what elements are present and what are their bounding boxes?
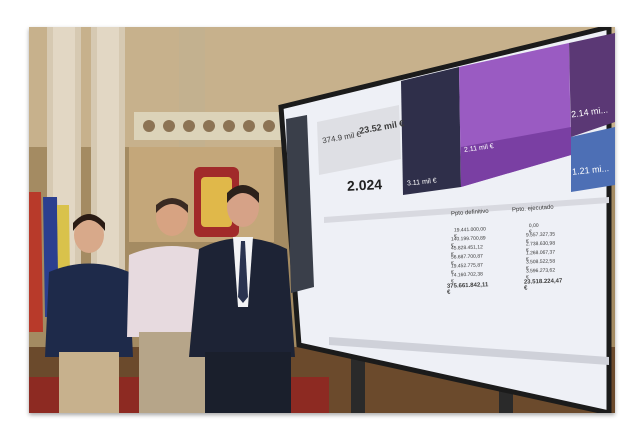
photo-frame: 374.9 mil € 23.52 mil € 2.024 2.14 mi...… — [0, 0, 638, 426]
people — [45, 185, 295, 413]
person-left — [45, 214, 133, 413]
press-photo: 374.9 mil € 23.52 mil € 2.024 2.14 mi...… — [29, 27, 615, 413]
